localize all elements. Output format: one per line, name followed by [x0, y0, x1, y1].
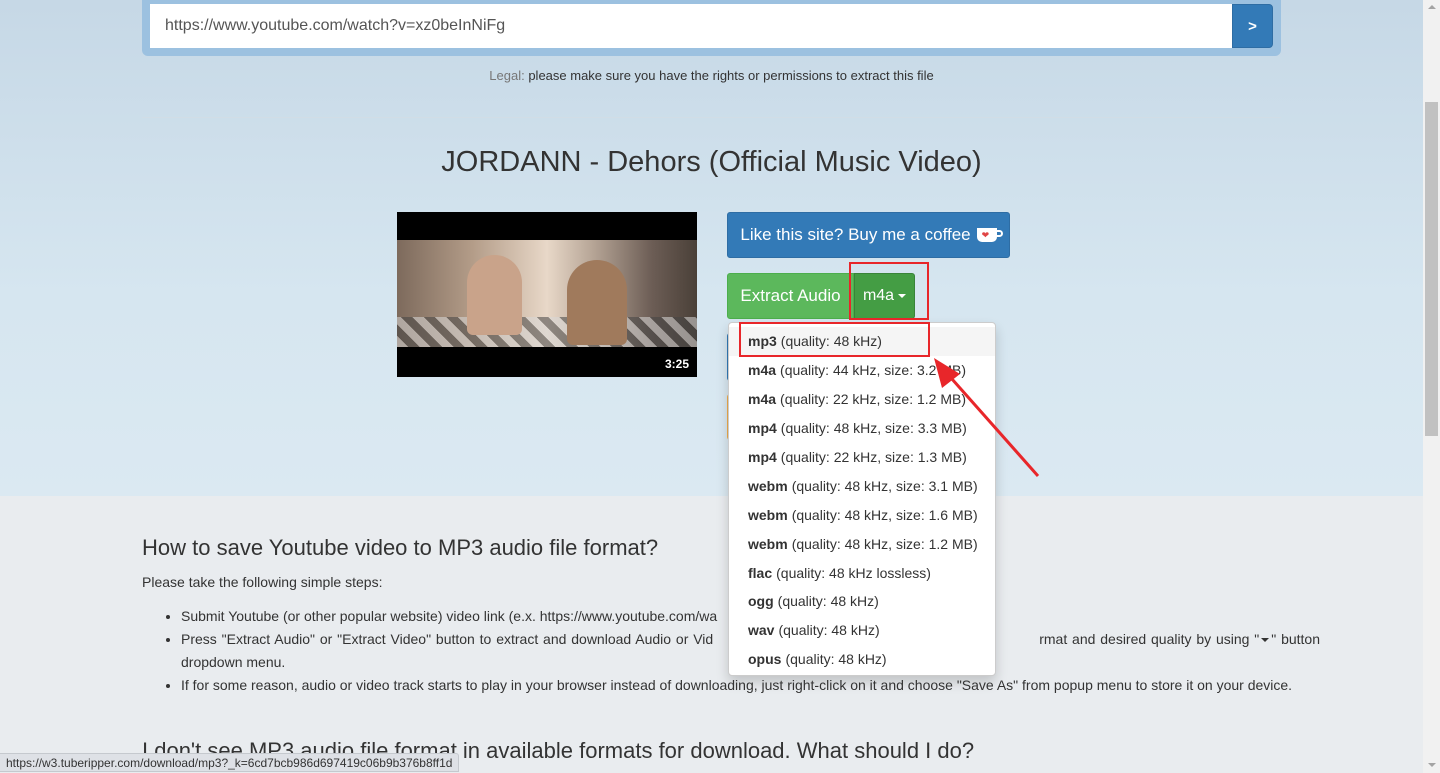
howto-steps: Submit Youtube (or other popular website…	[142, 605, 1320, 697]
extract-audio-button[interactable]: Extract Audio	[727, 273, 854, 319]
legal-label: Legal:	[489, 68, 525, 83]
submit-button[interactable]: >	[1232, 4, 1273, 48]
coffee-cup-icon: ❤	[976, 228, 1003, 242]
divider	[142, 117, 1281, 118]
thumbnail-figure-left	[467, 255, 522, 335]
list-item: If for some reason, audio or video track…	[181, 674, 1320, 697]
list-item: Press "Extract Audio" or "Extract Video"…	[181, 628, 1320, 674]
url-input[interactable]	[150, 4, 1232, 48]
annotation-highlight-mp3-option	[739, 322, 930, 357]
scroll-up-icon[interactable]	[1428, 5, 1436, 9]
video-title: JORDANN - Dehors (Official Music Video)	[441, 146, 982, 178]
annotation-arrow-icon	[934, 358, 1040, 477]
thumbnail-image	[397, 240, 697, 347]
format-option[interactable]: flac (quality: 48 kHz lossless)	[729, 558, 995, 587]
annotation-highlight-format-toggle	[849, 262, 929, 320]
legal-notice: Legal: please make sure you have the rig…	[0, 68, 1423, 83]
list-item: Submit Youtube (or other popular website…	[181, 605, 1320, 628]
thumbnail-floor	[397, 317, 697, 347]
scrollbar-thumb[interactable]	[1425, 102, 1438, 436]
thumbnail-figure-right	[567, 260, 627, 345]
status-bar-url: https://w3.tuberipper.com/download/mp3?_…	[0, 753, 460, 772]
buy-coffee-button[interactable]: Like this site? Buy me a coffee ❤	[727, 212, 1010, 258]
format-option[interactable]: webm (quality: 48 kHz, size: 1.6 MB)	[729, 500, 995, 529]
legal-text: please make sure you have the rights or …	[524, 68, 934, 83]
video-duration: 3:25	[664, 357, 689, 371]
howto-heading: How to save Youtube video to MP3 audio f…	[142, 535, 659, 560]
caret-down-icon	[1261, 638, 1270, 643]
format-option[interactable]: webm (quality: 48 kHz, size: 1.2 MB)	[729, 529, 995, 558]
howto-intro: Please take the following simple steps:	[142, 574, 383, 590]
buy-coffee-label: Like this site? Buy me a coffee	[740, 225, 971, 244]
video-thumbnail[interactable]: 3:25	[397, 212, 697, 377]
vertical-scrollbar[interactable]	[1423, 0, 1440, 773]
scroll-down-icon[interactable]	[1428, 763, 1436, 767]
